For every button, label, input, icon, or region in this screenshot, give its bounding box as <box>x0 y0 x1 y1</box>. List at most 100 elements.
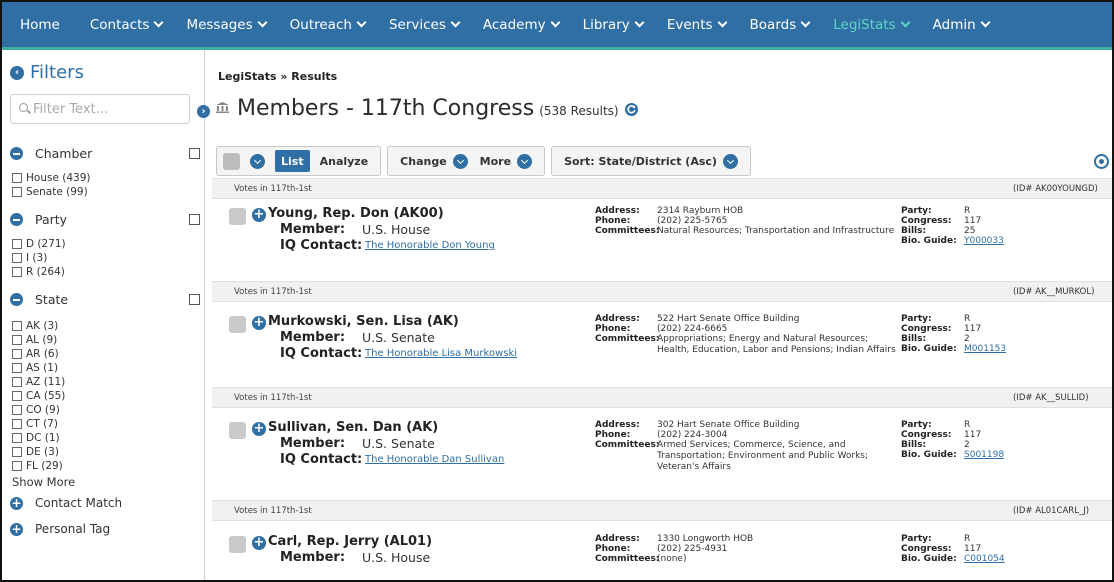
expand-plus-icon[interactable]: + <box>10 522 23 536</box>
row-checkbox[interactable] <box>229 422 246 439</box>
bio-guide-link[interactable]: Y000033 <box>964 236 1004 246</box>
filter-option[interactable]: R (264) <box>12 266 65 278</box>
checkbox[interactable] <box>12 391 22 401</box>
filter-option[interactable]: CO (9) <box>12 404 60 416</box>
member-record: + Murkowski, Sen. Lisa (AK) Member: U.S.… <box>212 308 1112 386</box>
party-select-all-checkbox[interactable] <box>189 214 200 225</box>
expand-plus-icon[interactable]: + <box>252 316 266 330</box>
analyze-button[interactable]: Analyze <box>314 150 375 172</box>
checkbox[interactable] <box>12 239 22 249</box>
nav-admin[interactable]: Admin <box>921 2 1001 47</box>
member-record: + Young, Rep. Don (AK00) Member: U.S. Ho… <box>212 200 1112 272</box>
filter-option[interactable]: AK (3) <box>12 320 58 332</box>
sort-group: Sort: State/District (Asc) <box>551 146 751 176</box>
refresh-icon[interactable] <box>624 103 638 116</box>
collapse-minus-icon[interactable] <box>10 213 23 226</box>
expand-plus-icon[interactable]: + <box>10 496 23 510</box>
settings-icon[interactable] <box>1094 154 1109 169</box>
filter-option[interactable]: AS (1) <box>12 362 58 374</box>
nav-outreach[interactable]: Outreach <box>278 2 377 47</box>
filter-option[interactable]: DC (1) <box>12 432 60 444</box>
nav-home[interactable]: Home <box>2 2 78 47</box>
chamber-select-all-checkbox[interactable] <box>189 148 200 159</box>
nav-legistats[interactable]: LegiStats <box>821 2 920 47</box>
select-all-checkbox[interactable] <box>223 152 240 170</box>
nav-services[interactable]: Services <box>377 2 471 47</box>
collapse-left-icon[interactable]: ‹ <box>10 65 24 80</box>
checkbox[interactable] <box>12 461 22 471</box>
filter-option[interactable]: DE (3) <box>12 446 59 458</box>
checkbox[interactable] <box>12 433 22 443</box>
filter-option[interactable]: FL (29) <box>12 460 63 472</box>
filter-option[interactable]: Senate (99) <box>12 186 88 198</box>
nav-events[interactable]: Events <box>655 2 738 47</box>
checkbox[interactable] <box>12 349 22 359</box>
checkbox[interactable] <box>12 253 22 263</box>
state-select-all-checkbox[interactable] <box>189 294 200 305</box>
nav-boards[interactable]: Boards <box>738 2 822 47</box>
contact-match-section[interactable]: + Contact Match <box>10 496 122 510</box>
personal-tag-section[interactable]: + Personal Tag <box>10 522 110 536</box>
select-dropdown-icon[interactable] <box>250 153 265 169</box>
filters-sidebar: ‹ Filters › Chamber House (439) Senate (… <box>2 50 210 580</box>
chevron-down-icon <box>634 17 645 28</box>
filter-option[interactable]: AL (9) <box>12 334 57 346</box>
member-name[interactable]: Carl, Rep. Jerry (AL01) <box>268 534 432 549</box>
record-id: (ID# AK__SULLID) <box>1013 392 1089 403</box>
row-checkbox[interactable] <box>229 316 246 333</box>
expand-plus-icon[interactable]: + <box>252 536 266 550</box>
nav-academy[interactable]: Academy <box>471 2 571 47</box>
row-checkbox[interactable] <box>229 536 246 553</box>
iq-contact-link[interactable]: The Honorable Dan Sullivan <box>365 454 504 465</box>
filter-option[interactable]: CA (55) <box>12 390 65 402</box>
nav-messages[interactable]: Messages <box>174 2 277 47</box>
filter-option[interactable]: AR (6) <box>12 348 59 360</box>
filter-text-input[interactable] <box>11 101 161 117</box>
member-name[interactable]: Sullivan, Sen. Dan (AK) <box>268 420 438 435</box>
filter-option[interactable]: CT (7) <box>12 418 58 430</box>
checkbox[interactable] <box>12 335 22 345</box>
iq-contact-link[interactable]: The Honorable Lisa Murkowski <box>365 348 517 359</box>
party-section[interactable]: Party <box>10 212 200 227</box>
votes-link[interactable]: Votes in 117th-1st <box>234 506 312 516</box>
expand-plus-icon[interactable]: + <box>252 422 266 436</box>
checkbox[interactable] <box>12 419 22 429</box>
filter-option[interactable]: I (3) <box>12 252 47 264</box>
chevron-down-icon <box>550 17 561 28</box>
bio-guide-link[interactable]: C001054 <box>964 554 1005 564</box>
filter-option[interactable]: D (271) <box>12 238 66 250</box>
collapse-minus-icon[interactable] <box>10 147 23 160</box>
checkbox[interactable] <box>12 447 22 457</box>
filter-option[interactable]: House (439) <box>12 172 90 184</box>
chevron-down-icon <box>800 17 811 28</box>
member-name[interactable]: Murkowski, Sen. Lisa (AK) <box>268 314 459 329</box>
sort-dropdown[interactable]: Sort: State/District (Asc) <box>558 150 744 172</box>
expand-plus-icon[interactable]: + <box>252 208 266 222</box>
iq-contact-link[interactable]: The Honorable Don Young <box>365 240 495 251</box>
filter-option[interactable]: AZ (11) <box>12 376 65 388</box>
bio-guide-link[interactable]: S001198 <box>964 450 1004 460</box>
change-button[interactable]: Change <box>394 150 474 172</box>
checkbox[interactable] <box>12 363 22 373</box>
checkbox[interactable] <box>12 173 22 183</box>
more-button[interactable]: More <box>474 150 538 172</box>
show-more-link[interactable]: Show More <box>12 475 75 489</box>
nav-library[interactable]: Library <box>571 2 655 47</box>
votes-link[interactable]: Votes in 117th-1st <box>234 184 312 194</box>
filters-heading[interactable]: ‹ Filters <box>10 62 84 83</box>
votes-link[interactable]: Votes in 117th-1st <box>234 287 312 297</box>
checkbox[interactable] <box>12 187 22 197</box>
chamber-section[interactable]: Chamber <box>10 146 200 161</box>
checkbox[interactable] <box>12 405 22 415</box>
state-section[interactable]: State <box>10 292 200 307</box>
checkbox[interactable] <box>12 321 22 331</box>
nav-contacts[interactable]: Contacts <box>78 2 175 47</box>
checkbox[interactable] <box>12 377 22 387</box>
collapse-minus-icon[interactable] <box>10 293 23 306</box>
checkbox[interactable] <box>12 267 22 277</box>
votes-link[interactable]: Votes in 117th-1st <box>234 393 312 403</box>
list-button[interactable]: List <box>275 150 310 172</box>
member-name[interactable]: Young, Rep. Don (AK00) <box>268 206 444 221</box>
row-checkbox[interactable] <box>229 208 246 225</box>
bio-guide-link[interactable]: M001153 <box>964 344 1006 354</box>
